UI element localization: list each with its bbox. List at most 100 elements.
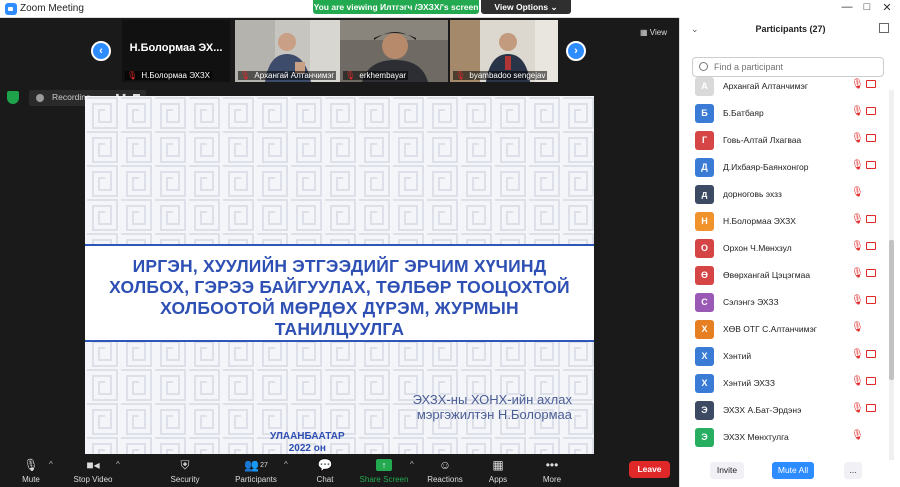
encryption-shield-icon[interactable]	[7, 91, 19, 104]
more-button[interactable]: ••• More	[538, 457, 566, 484]
scrollbar-thumb[interactable]	[889, 240, 894, 380]
video-tile[interactable]: 🎙 byambadoo sengejav	[450, 20, 558, 82]
avatar: Х	[695, 374, 714, 393]
close-icon[interactable]: ✕	[879, 1, 895, 14]
participant-row[interactable]: Б Б.Батбаяр 🎙	[680, 101, 888, 127]
slide-title-line: ТАНИЛЦУУЛГА	[274, 319, 405, 339]
avatar: Г	[695, 131, 714, 150]
avatar: Э	[695, 428, 714, 447]
mic-muted-icon[interactable]: 🎙	[851, 430, 864, 441]
smiley-icon: ☺	[438, 458, 452, 472]
mic-muted-icon[interactable]: 🎙	[851, 295, 864, 306]
leave-button[interactable]: Leave	[629, 461, 670, 478]
share-options-caret-icon[interactable]: ^	[410, 460, 414, 469]
participant-row[interactable]: Х Хэнтий 🎙	[680, 344, 888, 370]
mic-muted-icon[interactable]: 🎙	[851, 214, 864, 225]
mic-muted-icon[interactable]: 🎙	[851, 106, 864, 117]
panel-more-button[interactable]: ...	[844, 462, 862, 479]
chat-label: Chat	[316, 475, 334, 484]
slide-title-line: ХОЛБОХ, ГЭРЭЭ БАЙГУУЛАХ, ТӨЛБӨР ТООЦОХТО…	[109, 277, 570, 297]
camera-off-icon	[866, 350, 876, 358]
shield-icon: ⛨	[180, 457, 190, 472]
view-options-button[interactable]: View Options ⌄	[481, 0, 571, 14]
participant-row[interactable]: Э ЭХЗХ А.Бат-Эрдэнэ 🎙	[680, 398, 888, 424]
participants-button[interactable]: 👥 27 Participants	[230, 457, 282, 484]
participant-name: Н.Болормаа ЭХЗХ	[723, 216, 796, 226]
chat-button[interactable]: 💬 Chat	[310, 457, 340, 484]
panel-title-bar: — □ ✕	[679, 0, 900, 18]
participant-row[interactable]: А Архангай Алтанчимэг 🎙	[680, 74, 888, 100]
camera-off-icon	[866, 242, 876, 250]
mic-muted-icon[interactable]: 🎙	[851, 268, 864, 279]
participant-row[interactable]: С Сэлэнгэ ЭХЗЗ 🎙	[680, 290, 888, 316]
video-tile[interactable]: 🎙 erkhembayar	[340, 20, 448, 82]
mute-label: Mute	[22, 475, 40, 484]
mic-muted-icon[interactable]: 🎙	[851, 241, 864, 252]
mic-muted-icon[interactable]: 🎙	[851, 403, 864, 414]
view-label: View	[649, 28, 667, 37]
tile-name-label: 🎙 erkhembayar	[343, 71, 409, 80]
participant-name: ЭХЗХ Мөнхтулга	[723, 432, 789, 442]
mic-muted-icon[interactable]: 🎙	[851, 376, 864, 387]
mic-muted-icon[interactable]: 🎙	[851, 349, 864, 360]
gallery-view-button[interactable]: ▦ View	[640, 28, 667, 37]
video-camera-icon: ■◂	[86, 458, 100, 472]
mute-all-button[interactable]: Mute All	[772, 462, 814, 479]
participant-row[interactable]: Х Хэнтий ЭХЗЗ 🎙	[680, 371, 888, 397]
tile-participant-name: Н.Болормаа ЭХЗХ	[141, 71, 210, 80]
view-options-label: View Options	[494, 2, 549, 12]
mic-muted-icon: 🎙	[455, 71, 466, 80]
participant-name: Орхон Ч.Мөнхзул	[723, 243, 792, 253]
participant-row[interactable]: Н Н.Болормаа ЭХЗХ 🎙	[680, 209, 888, 235]
participants-caret-icon[interactable]: ^	[284, 460, 288, 469]
popout-panel-icon[interactable]	[879, 23, 889, 33]
tile-participant-name: Архангай Алтанчимэг	[254, 71, 335, 80]
participant-search-input[interactable]	[714, 60, 879, 74]
reactions-button[interactable]: ☺ Reactions	[425, 457, 465, 484]
slide-author: ЭХЗХ-ны ХОНХ-ийн ахлах мэргэжилтэн Н.Бол…	[413, 392, 572, 422]
participant-list-scrollbar[interactable]	[889, 90, 894, 460]
participant-row[interactable]: д дорноговь эхзз 🎙	[680, 182, 888, 208]
previous-page-button[interactable]: ‹	[91, 41, 111, 61]
camera-off-icon	[866, 161, 876, 169]
participants-count: 27	[260, 461, 268, 469]
camera-off-icon	[866, 107, 876, 115]
avatar: С	[695, 293, 714, 312]
slide-author-line: ЭХЗХ-ны ХОНХ-ийн ахлах	[412, 392, 572, 407]
tile-participant-name: byambadoo sengejav	[469, 71, 546, 80]
invite-button[interactable]: Invite	[710, 462, 744, 479]
mic-muted-icon[interactable]: 🎙	[851, 322, 864, 333]
participant-row[interactable]: Д Д.Ихбаяр-Баянхонгор 🎙	[680, 155, 888, 181]
video-tile[interactable]: Н.Болормаа ЭХ... 🎙 Н.Болормаа ЭХЗХ	[122, 20, 230, 82]
mic-muted-icon[interactable]: 🎙	[851, 79, 864, 90]
mic-muted-icon[interactable]: 🎙	[851, 187, 864, 198]
participant-row[interactable]: Э ЭХЗХ Мөнхтулга 🎙	[680, 425, 888, 451]
share-screen-button[interactable]: ↑ Share Screen	[358, 457, 410, 484]
participant-row[interactable]: Г Говь-Алтай Лхагваа 🎙	[680, 128, 888, 154]
mute-button[interactable]: 🎙 Mute	[14, 457, 48, 484]
apps-button[interactable]: ▦ Apps	[484, 457, 512, 484]
camera-off-icon	[866, 215, 876, 223]
participant-row[interactable]: Ө Өвөрхангай Цэцэгмаа 🎙	[680, 263, 888, 289]
maximize-icon[interactable]: □	[859, 1, 875, 13]
participant-name: Хэнтий ЭХЗЗ	[723, 378, 776, 388]
video-tile[interactable]: 🎙 Архангай Алтанчимэг	[235, 20, 343, 82]
participants-panel-footer: Invite Mute All ...	[680, 456, 900, 487]
participant-row[interactable]: Х ХӨВ ОТГ С.Алтанчимэг 🎙	[680, 317, 888, 343]
apps-icon: ▦	[492, 458, 504, 472]
minimize-icon[interactable]: —	[839, 1, 855, 13]
video-options-caret-icon[interactable]: ^	[116, 460, 120, 469]
audio-options-caret-icon[interactable]: ^	[49, 460, 53, 469]
participant-name: Б.Батбаяр	[723, 108, 764, 118]
avatar: Д	[695, 158, 714, 177]
security-button[interactable]: ⛨ Security	[167, 457, 203, 485]
next-page-button[interactable]: ›	[566, 41, 586, 61]
stop-video-label: Stop Video	[73, 475, 113, 484]
microphone-icon: 🎙	[23, 458, 39, 472]
stop-video-button[interactable]: ■◂ Stop Video	[68, 457, 118, 484]
participant-row[interactable]: О Орхон Ч.Мөнхзул 🎙	[680, 236, 888, 262]
window-title: Zoom Meeting	[20, 3, 84, 14]
mic-muted-icon[interactable]: 🎙	[851, 160, 864, 171]
mic-muted-icon[interactable]: 🎙	[851, 133, 864, 144]
camera-off-icon	[866, 269, 876, 277]
